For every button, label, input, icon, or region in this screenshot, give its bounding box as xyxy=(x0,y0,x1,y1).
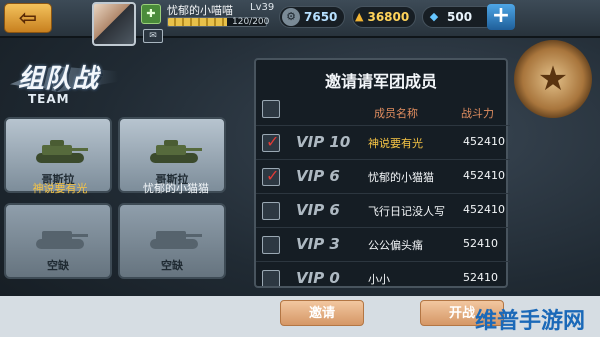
invite-button[interactable]: 邀请 xyxy=(280,300,364,326)
tank-silhouette-icon xyxy=(36,231,88,249)
member-checkbox[interactable] xyxy=(262,236,280,254)
top-bar: ⇦ ✚ 忧郁的小喵喵 Lv39 120/200 ✉ ⚙ 7650 ▲ 36800 ◆… xyxy=(0,0,600,46)
member-power: 52410 xyxy=(463,271,498,284)
vip-label: VIP 3 xyxy=(296,235,340,253)
diamond-icon: ◆ xyxy=(429,10,439,23)
resource-gear: ⚙ 7650 xyxy=(279,6,345,28)
member-name: 飞行日记没人写 xyxy=(368,205,445,218)
member-row[interactable]: ✓ VIP 10 神说要有光 452410 xyxy=(256,125,510,159)
slot-card-4[interactable]: 空缺 xyxy=(118,203,226,279)
vip-label: VIP 10 xyxy=(296,133,351,151)
vip-label: VIP 0 xyxy=(296,269,340,286)
member-power: 452410 xyxy=(463,203,505,216)
member-name: 小小 xyxy=(368,273,390,286)
vip-label: VIP 6 xyxy=(296,167,340,185)
tank-silhouette-icon xyxy=(150,231,202,249)
mail-icon[interactable]: ✉ xyxy=(143,29,163,43)
col-header-name: 成员名称 xyxy=(374,107,418,120)
member-name: 公公偏头痛 xyxy=(368,239,423,252)
member-checkbox[interactable]: ✓ xyxy=(262,166,280,186)
slot-card-3[interactable]: 空缺 xyxy=(4,203,112,279)
slot-player-2: 忧郁的小猫猫 xyxy=(143,182,209,195)
team-title: 组队战 xyxy=(18,64,100,94)
member-power: 452410 xyxy=(463,135,505,148)
member-row[interactable]: VIP 0 小小 52410 xyxy=(256,261,510,286)
resource-diamond: ◆ 500 xyxy=(422,6,496,28)
gear-coin-icon: ⚙ xyxy=(282,8,300,26)
member-power: 452410 xyxy=(463,169,505,182)
vip-label: VIP 6 xyxy=(296,201,340,219)
check-icon: ✓ xyxy=(266,132,280,151)
select-all-checkbox[interactable] xyxy=(262,100,280,118)
add-currency-button[interactable]: + xyxy=(487,4,515,30)
check-icon: ✓ xyxy=(266,166,280,185)
plus-icon: + xyxy=(491,3,511,28)
member-checkbox[interactable]: ✓ xyxy=(262,132,280,152)
member-row[interactable]: VIP 6 飞行日记没人写 452410 xyxy=(256,193,510,227)
member-name: 忧郁的小猫猫 xyxy=(368,171,434,184)
resource-value: 500 xyxy=(447,10,473,24)
player-name: 忧郁的小喵喵 xyxy=(167,4,233,17)
team-subtitle: TEAM xyxy=(28,92,70,106)
slot-card-name: 空缺 xyxy=(47,259,69,272)
member-checkbox[interactable] xyxy=(262,202,280,220)
member-power: 52410 xyxy=(463,237,498,250)
resource-gold: ▲ 36800 xyxy=(352,6,416,28)
slot-card-name: 空缺 xyxy=(161,259,183,272)
tank-icon xyxy=(150,140,202,163)
exp-fill xyxy=(168,18,227,26)
back-button[interactable]: ⇦ xyxy=(4,3,52,33)
avatar[interactable] xyxy=(92,2,136,46)
start-battle-button[interactable]: 开战 xyxy=(420,300,504,326)
panel-title: 邀请请军团成员 xyxy=(324,72,437,91)
member-row[interactable]: ✓ VIP 6 忧郁的小猫猫 452410 xyxy=(256,159,510,193)
exp-text: 120/200 xyxy=(232,17,270,27)
player-level: Lv39 xyxy=(250,2,275,13)
rank-icon: ✚ xyxy=(141,4,161,24)
member-row[interactable]: VIP 3 公公偏头痛 52410 xyxy=(256,227,510,261)
invite-panel: 邀请请军团成员 成员名称 战斗力 ✓ VIP 10 神说要有光 452410 ✓… xyxy=(254,58,510,288)
member-checkbox[interactable] xyxy=(262,270,280,286)
slot-player-1: 神说要有光 xyxy=(32,182,88,195)
resource-value: 7650 xyxy=(304,10,338,24)
tank-icon xyxy=(36,140,88,163)
member-name: 神说要有光 xyxy=(368,137,423,150)
gold-bars-icon: ▲ xyxy=(355,10,364,23)
team-battle-logo: 组队战 TEAM xyxy=(10,52,118,106)
resource-value: 36800 xyxy=(367,10,410,24)
col-header-power: 战斗力 xyxy=(461,107,494,120)
military-emblem-icon: ★ xyxy=(514,40,592,118)
back-arrow-icon: ⇦ xyxy=(18,5,38,31)
